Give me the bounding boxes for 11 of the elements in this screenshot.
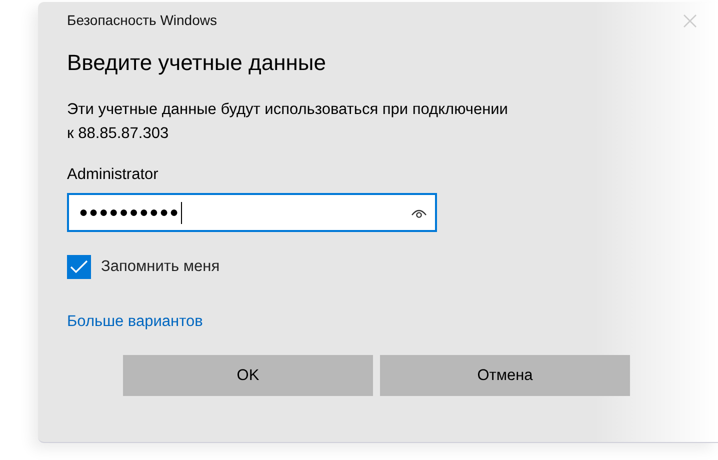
- username-label: Administrator: [67, 166, 158, 184]
- checkbox-label: Запомнить меня: [101, 258, 220, 276]
- window-title: Безопасность Windows: [67, 12, 217, 28]
- more-options-link[interactable]: Больше вариантов: [67, 313, 203, 331]
- dialog-button[interactable]: Отмена: [380, 355, 630, 396]
- dialog-heading: Введите учетные данные: [67, 50, 326, 76]
- dialog-button[interactable]: OK: [123, 355, 373, 396]
- message-text: Эти учетные данные будут использоваться при подключении: [67, 100, 508, 120]
- password-field[interactable]: ●●●●●●●●●●: [67, 193, 437, 232]
- message-text: к 88.85.87.303: [67, 124, 169, 144]
- remember-checkbox[interactable]: [67, 255, 91, 279]
